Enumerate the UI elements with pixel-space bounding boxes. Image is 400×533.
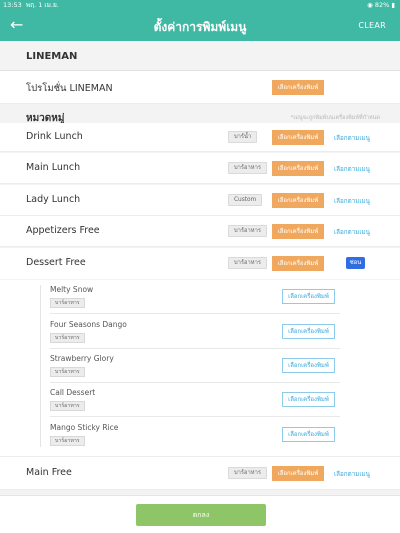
select-by-menu-link[interactable]: เลือกตามเมนู <box>334 469 370 479</box>
category-name: Lady Lunch <box>26 194 81 205</box>
footer-bar: ตกลง <box>0 495 400 533</box>
select-printer-button[interactable]: เลือกเครื่องพิมพ์ <box>272 161 324 176</box>
category-note: *เมนูจะถูกพิมพ์บนเครื่องพิมพ์ที่กำหนด <box>290 115 380 121</box>
promo-select-printer-button[interactable]: เลือกเครื่องพิมพ์ <box>272 80 324 95</box>
list-item: Four Seasons Dango บาร์อาหาร เลือกเครื่อ… <box>50 315 340 349</box>
select-printer-button[interactable]: เลือกเครื่องพิมพ์ <box>272 193 324 208</box>
select-printer-button[interactable]: เลือกเครื่องพิมพ์ <box>282 324 335 339</box>
page-title: ตั้งค่าการพิมพ์เมนู <box>153 20 247 34</box>
select-printer-button[interactable]: เลือกเครื่องพิมพ์ <box>282 392 335 407</box>
printer-tag: บาร์น้ำ <box>228 131 258 143</box>
printer-tag: Custom <box>228 194 263 206</box>
category-name: Dessert Free <box>26 257 86 268</box>
clear-button[interactable]: CLEAR <box>358 21 386 30</box>
printer-tag: บาร์อาหาร <box>228 257 267 269</box>
menu-item-name: Melty Snow <box>50 285 94 294</box>
menu-item-name: Mango Sticky Rice <box>50 423 119 432</box>
select-printer-button[interactable]: เลือกเครื่องพิมพ์ <box>282 289 335 304</box>
category-row-dessert-free: Dessert Free บาร์อาหาร เลือกเครื่องพิมพ์… <box>0 248 400 279</box>
category-name: Appetizers Free <box>26 225 100 236</box>
battery-icon: ▮ <box>391 1 395 9</box>
category-row-drink-lunch: Drink Lunch บาร์น้ำ เลือกเครื่องพิมพ์ เล… <box>0 123 400 152</box>
category-row-main-free: Main Free บาร์อาหาร เลือกเครื่องพิมพ์ เล… <box>0 457 400 490</box>
select-by-menu-link[interactable]: เลือกตามเมนู <box>334 227 370 237</box>
hide-button[interactable]: ซ่อน <box>346 257 365 269</box>
select-by-menu-link[interactable]: เลือกตามเมนู <box>334 196 370 206</box>
printer-tag: บาร์อาหาร <box>50 367 85 377</box>
select-printer-button[interactable]: เลือกเครื่องพิมพ์ <box>282 427 335 442</box>
ok-button[interactable]: ตกลง <box>136 504 266 526</box>
list-item: Mango Sticky Rice บาร์อาหาร เลือกเครื่อง… <box>50 418 340 452</box>
printer-tag: บาร์อาหาร <box>228 162 267 174</box>
printer-tag: บาร์อาหาร <box>50 436 85 446</box>
select-by-menu-link[interactable]: เลือกตามเมนู <box>334 133 370 143</box>
list-item: Melty Snow บาร์อาหาร เลือกเครื่องพิมพ์ <box>50 280 340 314</box>
category-row-appetizers-free: Appetizers Free บาร์อาหาร เลือกเครื่องพิ… <box>0 216 400 247</box>
section-lineman: LINEMAN <box>0 41 400 71</box>
printer-tag: บาร์อาหาร <box>50 401 85 411</box>
dessert-items-panel: Melty Snow บาร์อาหาร เลือกเครื่องพิมพ์ F… <box>0 280 400 457</box>
header-bar: ← ตั้งค่าการพิมพ์เมนู CLEAR <box>0 10 400 41</box>
menu-item-name: Call Dessert <box>50 388 96 397</box>
wifi-icon: ◉ <box>367 1 373 9</box>
menu-item-name: Four Seasons Dango <box>50 320 127 329</box>
section-title-lineman: LINEMAN <box>26 51 78 62</box>
select-by-menu-link[interactable]: เลือกตามเมนู <box>334 164 370 174</box>
category-name: Drink Lunch <box>26 131 83 142</box>
select-printer-button[interactable]: เลือกเครื่องพิมพ์ <box>272 130 324 145</box>
list-item: Call Dessert บาร์อาหาร เลือกเครื่องพิมพ์ <box>50 383 340 417</box>
select-printer-button[interactable]: เลือกเครื่องพิมพ์ <box>272 466 324 481</box>
promo-row: โปรโมชั่น LINEMAN เลือกเครื่องพิมพ์ <box>0 71 400 104</box>
select-printer-button[interactable]: เลือกเครื่องพิมพ์ <box>282 358 335 373</box>
category-row-lady-lunch: Lady Lunch Custom เลือกเครื่องพิมพ์ เลือ… <box>0 185 400 216</box>
status-time: 13:53 พฤ. 1 เม.ย. <box>3 1 59 9</box>
category-row-main-lunch: Main Lunch บาร์อาหาร เลือกเครื่องพิมพ์ เ… <box>0 153 400 184</box>
status-battery: 82% <box>374 1 390 9</box>
printer-tag: บาร์อาหาร <box>50 298 85 308</box>
category-name: Main Lunch <box>26 162 81 173</box>
printer-tag: บาร์อาหาร <box>50 333 85 343</box>
list-item: Strawberry Glory บาร์อาหาร เลือกเครื่องพ… <box>50 349 340 383</box>
select-printer-button[interactable]: เลือกเครื่องพิมพ์ <box>272 224 324 239</box>
tree-line <box>40 285 41 447</box>
printer-tag: บาร์อาหาร <box>228 225 267 237</box>
promo-name: โปรโมชั่น LINEMAN <box>26 83 113 94</box>
category-name: Main Free <box>26 467 72 478</box>
status-bar: 13:53 พฤ. 1 เม.ย. ◉ 82% ▮ <box>0 0 400 10</box>
select-printer-button[interactable]: เลือกเครื่องพิมพ์ <box>272 256 324 271</box>
printer-tag: บาร์อาหาร <box>228 467 267 479</box>
menu-item-name: Strawberry Glory <box>50 354 114 363</box>
